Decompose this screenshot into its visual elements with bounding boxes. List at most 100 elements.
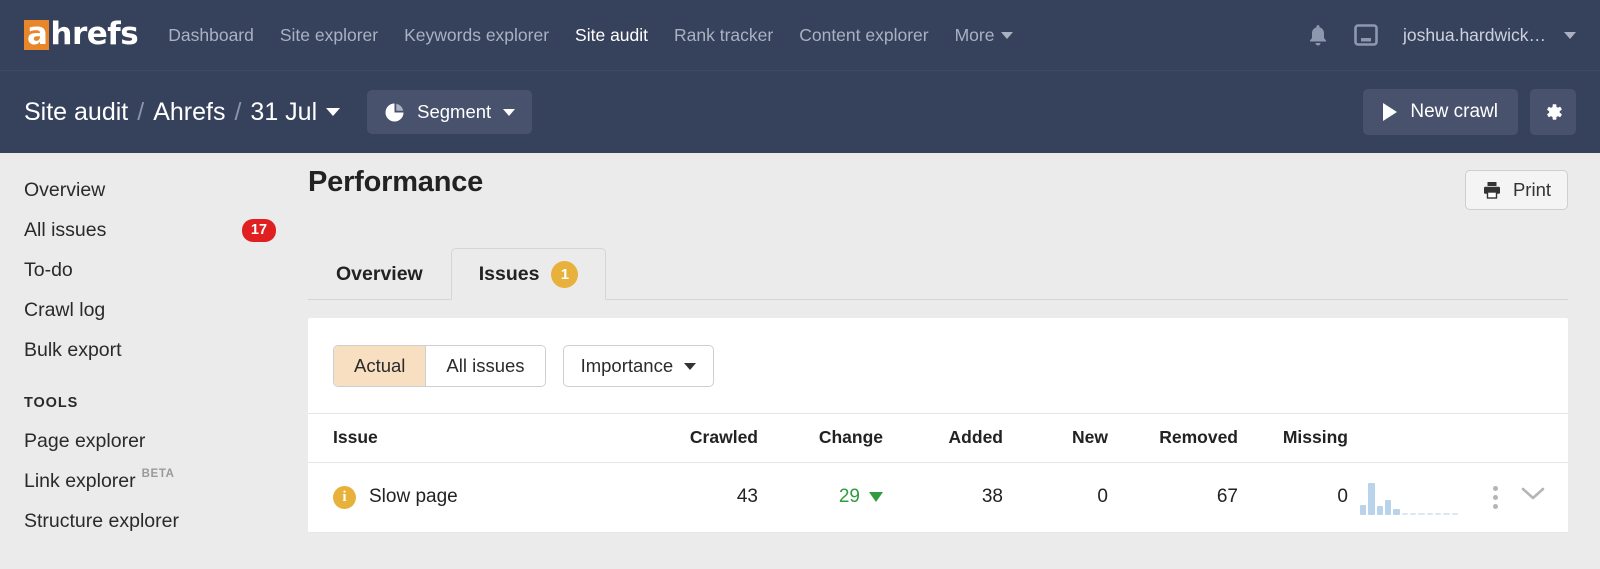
sidebar-item-label: Link explorer bbox=[24, 469, 136, 492]
nav-link-rank-tracker[interactable]: Rank tracker bbox=[674, 25, 773, 46]
sidebar-item-to-do[interactable]: To-do bbox=[24, 250, 308, 290]
chevron-down-icon bbox=[326, 108, 341, 116]
filter-all-issues-label: All issues bbox=[446, 355, 525, 376]
cell-added: 38 bbox=[883, 462, 1003, 533]
chevron-down-icon[interactable] bbox=[1520, 486, 1546, 508]
segment-label: Segment bbox=[417, 101, 492, 122]
sidebar: Overview All issues 17 To-do Crawl log B… bbox=[0, 153, 308, 569]
chevron-down-icon bbox=[1564, 31, 1576, 39]
ahrefs-logo[interactable]: a hrefs bbox=[24, 16, 139, 53]
new-crawl-button[interactable]: New crawl bbox=[1363, 89, 1518, 135]
nav-link-site-explorer[interactable]: Site explorer bbox=[280, 25, 378, 46]
chevron-down-icon bbox=[503, 108, 516, 116]
issue-name[interactable]: Slow page bbox=[369, 486, 458, 508]
print-button[interactable]: Print bbox=[1464, 170, 1568, 210]
breadcrumb-item-project[interactable]: Ahrefs bbox=[153, 98, 225, 127]
beta-tag: BETA bbox=[141, 468, 175, 480]
pie-chart-icon bbox=[385, 103, 404, 121]
sidebar-item-link-explorer[interactable]: Link explorer BETA bbox=[24, 461, 308, 501]
breadcrumb-item-site-audit[interactable]: Site audit bbox=[24, 98, 128, 127]
logo-accent-letter: a bbox=[24, 19, 50, 50]
nav-link-site-audit[interactable]: Site audit bbox=[575, 25, 648, 46]
nav-more-menu[interactable]: More bbox=[955, 25, 1014, 46]
column-header-sparkline bbox=[1348, 413, 1458, 463]
column-header-change[interactable]: Change bbox=[758, 413, 883, 463]
sparkline-bar bbox=[1384, 500, 1392, 515]
printer-icon bbox=[1483, 182, 1500, 199]
cell-removed: 67 bbox=[1108, 462, 1238, 533]
issues-scope-toggle: Actual All issues bbox=[333, 345, 546, 387]
sidebar-item-page-explorer[interactable]: Page explorer bbox=[24, 421, 308, 461]
sidebar-item-label: To-do bbox=[24, 258, 73, 281]
tab-overview[interactable]: Overview bbox=[308, 248, 451, 300]
tab-issues[interactable]: Issues 1 bbox=[450, 248, 607, 300]
arrow-down-icon bbox=[869, 492, 883, 502]
breadcrumb-item-date: 31 Jul bbox=[250, 97, 318, 126]
sub-navigation-bar: Site audit / Ahrefs / 31 Jul Segment New… bbox=[0, 70, 1600, 153]
cell-crawled: 43 bbox=[638, 462, 758, 533]
sidebar-item-label: Bulk export bbox=[24, 338, 122, 361]
tab-bar: Overview Issues 1 bbox=[308, 243, 1568, 300]
logo-text: hrefs bbox=[50, 16, 139, 53]
sidebar-item-label: All issues bbox=[24, 218, 107, 241]
filter-actual-button[interactable]: Actual bbox=[334, 346, 426, 386]
segment-button[interactable]: Segment bbox=[367, 90, 533, 134]
info-icon: i bbox=[333, 485, 356, 509]
column-header-issue[interactable]: Issue bbox=[308, 413, 638, 463]
tab-label: Overview bbox=[336, 262, 423, 285]
page-body: Overview All issues 17 To-do Crawl log B… bbox=[0, 153, 1600, 569]
inbox-icon[interactable] bbox=[1353, 22, 1379, 48]
top-nav-right-cluster: joshua.hardwick… bbox=[1307, 22, 1576, 48]
sidebar-item-overview[interactable]: Overview bbox=[24, 170, 308, 210]
user-name-label: joshua.hardwick… bbox=[1403, 24, 1546, 45]
sidebar-item-crawl-log[interactable]: Crawl log bbox=[24, 290, 308, 330]
page-title: Performance bbox=[308, 166, 484, 198]
filter-all-issues-button[interactable]: All issues bbox=[425, 346, 545, 386]
issues-table: Issue Crawled Change Added New Removed M… bbox=[308, 413, 1568, 533]
sparkline-bar bbox=[1451, 513, 1458, 515]
column-header-removed[interactable]: Removed bbox=[1108, 413, 1238, 463]
cell-actions bbox=[1458, 462, 1568, 533]
settings-button[interactable] bbox=[1530, 89, 1576, 135]
filter-actual-label: Actual bbox=[354, 355, 406, 376]
breadcrumb-date-picker[interactable]: 31 Jul bbox=[250, 97, 341, 127]
bell-icon[interactable] bbox=[1307, 23, 1329, 47]
sparkline-bar bbox=[1368, 483, 1375, 515]
sparkline-bar bbox=[1360, 505, 1367, 515]
sidebar-item-structure-explorer[interactable]: Structure explorer bbox=[24, 501, 308, 541]
sidebar-item-all-issues[interactable]: All issues 17 bbox=[24, 210, 308, 250]
sparkline-bar bbox=[1393, 509, 1400, 515]
sidebar-item-bulk-export[interactable]: Bulk export bbox=[24, 330, 308, 370]
sparkline-bar bbox=[1401, 513, 1408, 515]
cell-sparkline bbox=[1348, 462, 1458, 533]
sidebar-item-label: Page explorer bbox=[24, 429, 146, 452]
sidebar-item-label: Crawl log bbox=[24, 298, 106, 321]
status-badge: 17 bbox=[242, 218, 276, 242]
column-header-added[interactable]: Added bbox=[883, 413, 1003, 463]
user-menu[interactable]: joshua.hardwick… bbox=[1403, 25, 1576, 46]
sidebar-item-label: Structure explorer bbox=[24, 509, 179, 532]
breadcrumb-separator: / bbox=[234, 97, 242, 126]
more-options-icon[interactable] bbox=[1493, 485, 1498, 509]
column-header-new[interactable]: New bbox=[1003, 413, 1108, 463]
primary-nav-links: Dashboard Site explorer Keywords explore… bbox=[168, 25, 1014, 46]
column-header-missing[interactable]: Missing bbox=[1238, 413, 1348, 463]
play-icon bbox=[1383, 103, 1398, 121]
chevron-down-icon bbox=[1001, 31, 1014, 39]
column-header-crawled[interactable]: Crawled bbox=[638, 413, 758, 463]
print-label: Print bbox=[1512, 179, 1551, 200]
sidebar-item-label: Overview bbox=[24, 178, 106, 201]
gear-icon bbox=[1547, 104, 1562, 120]
change-value: 29 bbox=[838, 486, 860, 507]
importance-dropdown[interactable]: Importance bbox=[562, 345, 715, 387]
table-header-row: Issue Crawled Change Added New Removed M… bbox=[308, 413, 1568, 463]
nav-link-content-explorer[interactable]: Content explorer bbox=[799, 25, 928, 46]
nav-link-keywords-explorer[interactable]: Keywords explorer bbox=[404, 25, 549, 46]
nav-more-label: More bbox=[954, 24, 995, 45]
sparkline-bar bbox=[1426, 513, 1433, 515]
sparkline-bar bbox=[1409, 513, 1417, 515]
cell-new: 0 bbox=[1003, 462, 1108, 533]
sidebar-section-title: TOOLS bbox=[24, 395, 79, 411]
cell-change: 29 bbox=[758, 462, 883, 533]
nav-link-dashboard[interactable]: Dashboard bbox=[168, 25, 254, 46]
